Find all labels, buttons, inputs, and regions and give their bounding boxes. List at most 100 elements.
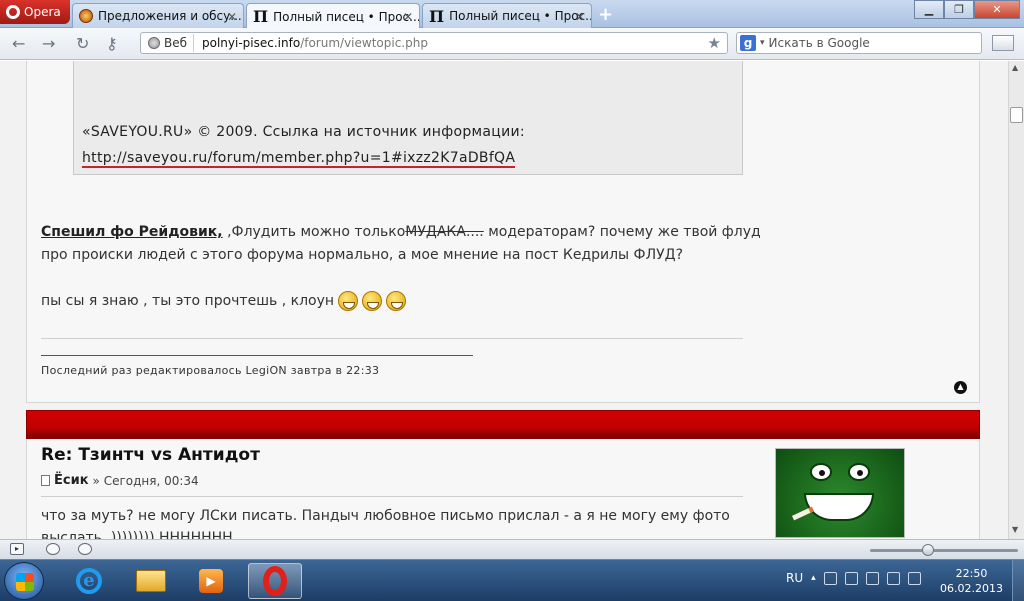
tab-polnyi-pisec[interactable]: П Полный писец • Прос... ✕	[422, 3, 592, 28]
scroll-up-icon[interactable]: ▲	[1012, 63, 1018, 72]
status-bar: ▸	[0, 539, 1024, 559]
start-button[interactable]	[4, 562, 44, 600]
tray-app-icon[interactable]	[907, 571, 921, 585]
clock-date: 06.02.2013	[940, 582, 1003, 595]
post-author-link[interactable]: Ёсик	[54, 473, 89, 488]
post-meta: Ёсик » Сегодня, 00:34	[41, 473, 199, 488]
tab-close-icon[interactable]: ✕	[227, 10, 237, 24]
ps-line: пы сы я знаю , ты это прочтешь , клоун	[41, 291, 407, 311]
quote-block: «SAVEYOU.RU» © 2009. Ссылка на источник …	[73, 61, 743, 175]
turbo-icon[interactable]	[78, 543, 92, 555]
avatar-eye	[848, 463, 870, 481]
window-controls: ▁ ❐ ✕	[914, 0, 1020, 19]
ps-text: пы сы я знаю , ты это прочтешь , клоун	[41, 293, 335, 309]
window-close-icon[interactable]: ✕	[974, 0, 1020, 19]
avatar-mouth	[804, 493, 874, 521]
pi-favicon-icon: П	[253, 7, 269, 26]
post-body: что за муть? не могу ЛСки писать. Пандыч…	[41, 508, 730, 539]
google-icon: g	[740, 35, 756, 51]
tab-proposals[interactable]: Предложения и обсу... ✕	[72, 3, 244, 28]
laughing-smiley-icon	[338, 291, 359, 311]
tab-close-icon[interactable]: ✕	[403, 10, 413, 24]
vertical-scrollbar[interactable]: ▲ ▼	[1008, 61, 1024, 539]
reply-text-strike: МУДАКА....	[405, 224, 484, 240]
opera-menu-button[interactable]: Opera	[0, 0, 70, 24]
back-to-top-icon[interactable]: ▲	[954, 381, 967, 394]
pi-favicon-icon: П	[429, 6, 445, 26]
post-body: Спешил фо Рейдовик, ,Флудить можно тольк…	[41, 221, 761, 267]
system-tray: RU ▴	[786, 571, 921, 585]
opera-logo-icon	[6, 5, 20, 19]
media-player-icon[interactable]: ▶	[184, 563, 238, 599]
network-icon[interactable]	[865, 571, 879, 585]
tab-label: Предложения и обсу...	[98, 9, 242, 23]
web-badge-label: Веб	[164, 36, 188, 50]
quote-text: «SAVEYOU.RU» © 2009. Ссылка на источник …	[82, 119, 732, 171]
forum-post: «SAVEYOU.RU» © 2009. Ссылка на источник …	[26, 61, 980, 403]
post-separator-bar	[26, 410, 980, 439]
internet-explorer-icon[interactable]: e	[62, 563, 116, 599]
explorer-folder-icon[interactable]	[124, 563, 178, 599]
opera-menu-label: Opera	[24, 5, 61, 19]
minimize-icon[interactable]: ▁	[914, 0, 944, 19]
tab-close-icon[interactable]: ✕	[575, 10, 585, 24]
avatar-eye	[810, 463, 832, 481]
laughing-smiley-icon	[386, 291, 407, 311]
windows-taskbar: e ▶ RU ▴ 22:50 06.02.2013	[0, 559, 1024, 601]
address-toolbar: ← → ↻ ⚷ Веб polnyi-pisec.info /forum/vie…	[0, 28, 1024, 60]
laughing-smiley-icon	[362, 291, 383, 311]
key-icon[interactable]: ⚷	[106, 34, 118, 53]
reply-author-link[interactable]: Спешил фо Рейдовик,	[41, 224, 223, 240]
back-arrow-icon[interactable]: ←	[12, 34, 25, 53]
edited-note: Последний раз редактировалось LegiON зав…	[41, 364, 380, 377]
new-tab-button[interactable]: +	[598, 4, 613, 25]
action-center-icon[interactable]	[823, 571, 837, 585]
tab-polnyi-pisec-active[interactable]: П Полный писец • Прос... ✕	[246, 3, 420, 29]
post-divider	[41, 496, 743, 497]
language-indicator[interactable]: RU	[786, 571, 803, 585]
clock[interactable]: 22:50 06.02.2013	[940, 566, 1003, 596]
opera-taskbar-icon[interactable]	[248, 563, 302, 599]
speed-dial-icon[interactable]	[46, 543, 60, 555]
zoom-slider[interactable]	[870, 549, 1018, 552]
source-link[interactable]: http://saveyou.ru/forum/member.php?u=1#i…	[82, 150, 516, 168]
bookmark-star-icon[interactable]: ★	[708, 34, 721, 52]
avatar-cigarette	[791, 506, 815, 521]
zoom-slider-knob[interactable]	[922, 544, 934, 556]
avatar	[775, 448, 905, 538]
device-icon[interactable]	[844, 571, 858, 585]
forum-post: Re: Тзинтч vs Антидот Ёсик » Сегодня, 00…	[26, 439, 980, 539]
search-input[interactable]: g ▾ Искать в Google	[736, 32, 982, 54]
post-title[interactable]: Re: Тзинтч vs Антидот	[41, 445, 260, 465]
search-engine-dropdown-icon[interactable]: ▾	[760, 38, 765, 48]
post-divider	[41, 338, 743, 339]
reload-icon[interactable]: ↻	[76, 34, 89, 53]
panel-toggle-icon[interactable]: ▸	[10, 543, 24, 555]
panel-toggle-icon[interactable]	[992, 35, 1014, 51]
url-path: /forum/viewtopic.php	[300, 36, 428, 50]
tray-expand-icon[interactable]: ▴	[811, 573, 816, 583]
volume-icon[interactable]	[886, 571, 900, 585]
web-badge[interactable]: Веб	[144, 34, 195, 52]
show-desktop-button[interactable]	[1012, 560, 1024, 601]
reply-text-pre: ,Флудить можно только	[222, 224, 406, 240]
clock-time: 22:50	[955, 567, 988, 580]
globe-icon	[148, 37, 160, 49]
url-host: polnyi-pisec.info	[202, 36, 301, 50]
forum-favicon-icon	[79, 9, 93, 23]
signature-divider	[41, 355, 473, 356]
quote-source-text: «SAVEYOU.RU» © 2009. Ссылка на источник …	[82, 124, 525, 140]
tab-bar: Opera Предложения и обсу... ✕ П Полный п…	[0, 0, 1024, 29]
tab-label: Полный писец • Прос...	[273, 9, 420, 24]
page-viewport: «SAVEYOU.RU» © 2009. Ссылка на источник …	[0, 61, 1008, 539]
post-document-icon[interactable]	[41, 475, 50, 486]
scroll-down-icon[interactable]: ▼	[1012, 525, 1018, 534]
address-field[interactable]: Веб polnyi-pisec.info /forum/viewtopic.p…	[140, 32, 728, 54]
scrollbar-thumb[interactable]	[1010, 107, 1023, 123]
search-placeholder: Искать в Google	[768, 36, 870, 50]
maximize-icon[interactable]: ❐	[944, 0, 974, 19]
post-date: » Сегодня, 00:34	[92, 473, 199, 488]
screen: Opera Предложения и обсу... ✕ П Полный п…	[0, 0, 1024, 601]
tab-label: Полный писец • Прос...	[449, 9, 592, 23]
forward-arrow-icon[interactable]: →	[42, 34, 55, 53]
